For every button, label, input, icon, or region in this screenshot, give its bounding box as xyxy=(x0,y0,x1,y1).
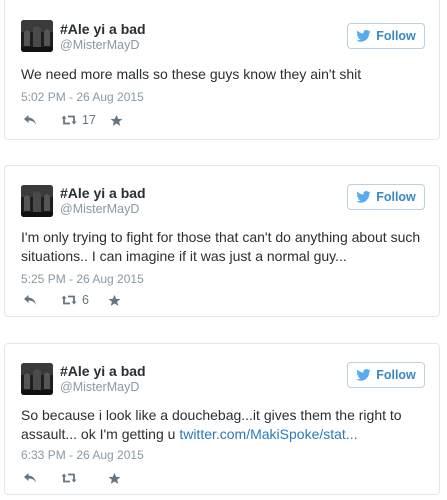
favorite-button[interactable] xyxy=(108,294,121,307)
retweet-icon xyxy=(61,295,77,305)
reply-button[interactable] xyxy=(23,294,37,306)
tweet-text: We need more malls so these guys know th… xyxy=(21,65,429,84)
tweet-actions: 17 xyxy=(23,112,123,128)
twitter-bird-icon xyxy=(356,191,371,203)
avatar[interactable] xyxy=(21,20,53,52)
star-icon xyxy=(108,294,121,306)
star-icon xyxy=(108,472,121,484)
reply-button[interactable] xyxy=(23,114,37,126)
tweet-body: We need more malls so these guys know th… xyxy=(21,66,362,82)
tweet-card: #Ale yi a bad @MisterMayD Follow So beca… xyxy=(4,343,440,495)
retweet-count: 6 xyxy=(82,293,89,307)
twitter-bird-icon xyxy=(356,30,371,42)
twitter-bird-icon xyxy=(356,369,371,381)
tweet-body: I'm only trying to fight for those that … xyxy=(21,229,421,264)
retweet-icon xyxy=(61,473,77,483)
user-handle[interactable]: @MisterMayD xyxy=(60,38,139,52)
avatar[interactable] xyxy=(21,363,53,395)
favorite-button[interactable] xyxy=(108,472,121,485)
tweet-link[interactable]: twitter.com/MakiSpoke/stat... xyxy=(179,426,357,442)
follow-button[interactable]: Follow xyxy=(347,23,425,49)
retweet-icon xyxy=(61,115,77,125)
reply-icon xyxy=(24,473,36,483)
tweet-text: I'm only trying to fight for those that … xyxy=(21,228,429,266)
retweet-button[interactable]: 6 xyxy=(61,293,94,307)
user-handle[interactable]: @MisterMayD xyxy=(60,380,139,394)
avatar[interactable] xyxy=(21,185,53,217)
retweet-count: 17 xyxy=(82,113,96,127)
display-name[interactable]: #Ale yi a bad xyxy=(60,21,146,37)
follow-button[interactable]: Follow xyxy=(347,184,425,210)
reply-icon xyxy=(24,115,36,125)
star-icon xyxy=(110,114,123,126)
timestamp[interactable]: 6:33 PM - 26 Aug 2015 xyxy=(21,448,144,462)
user-handle[interactable]: @MisterMayD xyxy=(60,202,139,216)
follow-button[interactable]: Follow xyxy=(347,362,425,388)
favorite-button[interactable] xyxy=(110,114,123,127)
tweet-actions: 6 xyxy=(23,292,121,308)
follow-label: Follow xyxy=(376,368,416,382)
tweet-card: #Ale yi a bad @MisterMayD Follow I'm onl… xyxy=(4,165,440,317)
reply-button[interactable] xyxy=(23,472,37,484)
follow-label: Follow xyxy=(376,190,416,204)
display-name[interactable]: #Ale yi a bad xyxy=(60,185,146,201)
tweet-card: #Ale yi a bad @MisterMayD Follow We need… xyxy=(4,0,440,140)
retweet-button[interactable] xyxy=(61,472,94,484)
timestamp[interactable]: 5:02 PM - 26 Aug 2015 xyxy=(21,90,144,104)
reply-icon xyxy=(24,295,36,305)
tweet-text: So because i look like a douchebag...it … xyxy=(21,406,429,444)
timestamp[interactable]: 5:25 PM - 26 Aug 2015 xyxy=(21,272,144,286)
tweet-actions xyxy=(23,470,121,486)
retweet-button[interactable]: 17 xyxy=(61,113,96,127)
display-name[interactable]: #Ale yi a bad xyxy=(60,363,146,379)
follow-label: Follow xyxy=(376,29,416,43)
